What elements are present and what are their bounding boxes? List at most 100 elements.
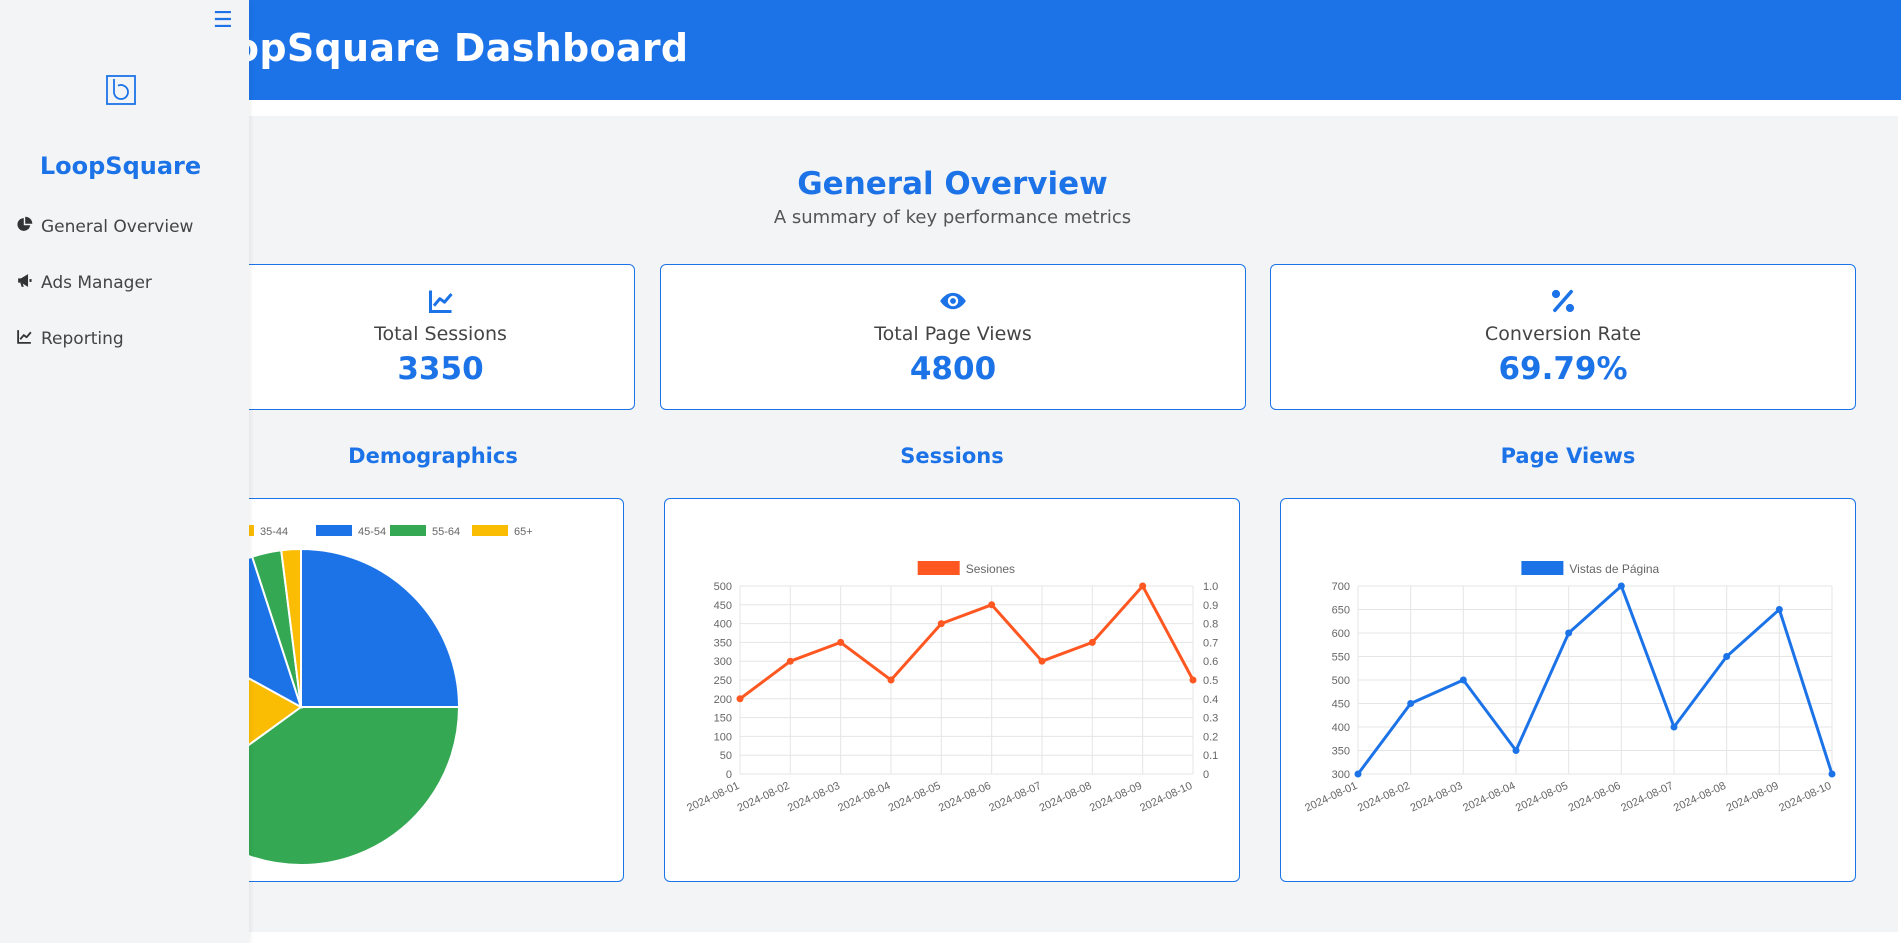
- x-tick-label: 2024-08-05: [1514, 780, 1570, 815]
- metric-value: 4800: [909, 351, 997, 387]
- x-tick-label: 2024-08-09: [1088, 780, 1144, 815]
- pageviews-line-svg: 3003504004505005506006507002024-08-01202…: [1303, 561, 1836, 815]
- legend-swatch: [390, 525, 426, 536]
- legend-label: Sesiones: [966, 562, 1015, 576]
- legend-swatch: [316, 525, 352, 536]
- y-tick-label: 0: [726, 769, 732, 781]
- data-point: [1565, 629, 1573, 637]
- data-point: [1723, 653, 1731, 660]
- sidebar-item-general-overview[interactable]: General Overview: [16, 213, 193, 241]
- data-point: [1775, 606, 1783, 613]
- legend-label: 35-44: [260, 526, 288, 538]
- y-tick-label: 250: [714, 675, 732, 687]
- x-tick-label: 2024-08-03: [786, 780, 842, 815]
- data-point: [1189, 676, 1197, 684]
- loopsquare-logo-icon: [105, 74, 137, 106]
- y-tick-label: 700: [1332, 581, 1350, 593]
- x-tick-label: 2024-08-08: [1038, 780, 1094, 815]
- y2-tick-label: 0.7: [1203, 637, 1218, 649]
- sidebar-item-ads-manager[interactable]: Ads Manager: [16, 269, 152, 297]
- menu-toggle-icon[interactable]: ☰: [213, 8, 233, 34]
- x-tick-label: 2024-08-02: [736, 780, 792, 815]
- legend-label: 55-64: [432, 526, 460, 538]
- pie-chart-icon: [16, 216, 33, 238]
- sidebar-item-reporting[interactable]: Reporting: [16, 325, 124, 353]
- y-tick-label: 650: [1332, 605, 1350, 617]
- data-point: [786, 657, 794, 665]
- pageviews-chart: 300 350 400 450 500 550 600 650 700 2024-08-01 202…: [1280, 498, 1856, 882]
- x-tick-label: 2024-08-02: [1356, 780, 1412, 815]
- brand-name: LoopSquare: [39, 152, 202, 180]
- y-tick-label: 550: [1332, 652, 1350, 664]
- overview-subtitle: A summary of key performance metrics: [773, 207, 1132, 228]
- x-tick-label: 2024-08-07: [987, 780, 1043, 815]
- x-tick-label: 2024-08-04: [1461, 780, 1517, 815]
- y2-tick-label: 0.5: [1203, 675, 1218, 687]
- data-point: [1512, 747, 1520, 754]
- sidebar-item-label: General Overview: [41, 217, 194, 237]
- data-point: [1139, 582, 1147, 590]
- metric-card-pageviews: Total Page Views 4800: [660, 264, 1246, 410]
- data-point: [1088, 638, 1096, 646]
- x-tick-label: 2024-08-09: [1725, 780, 1781, 815]
- y-tick-label: 450: [1332, 699, 1350, 711]
- top-header: LoopSquare Dashboard: [0, 0, 1901, 100]
- x-tick-label: 2024-08-08: [1672, 780, 1728, 815]
- data-point: [937, 620, 945, 628]
- y-tick-label: 350: [1332, 746, 1350, 758]
- x-tick-label: 2024-08-01: [1303, 780, 1359, 815]
- x-tick-label: 2024-08-10: [1138, 780, 1194, 815]
- x-tick-label: 2024-08-05: [887, 780, 943, 815]
- x-tick-label: 2024-08-03: [1409, 780, 1465, 815]
- overview-title: General Overview: [797, 166, 1108, 202]
- data-point: [1670, 723, 1678, 731]
- sessions-chart-title: Sessions: [900, 444, 1004, 468]
- y2-tick-label: 0.8: [1203, 619, 1218, 631]
- data-point: [837, 638, 845, 646]
- x-tick-label: 2024-08-06: [937, 780, 993, 815]
- y-tick-label: 450: [714, 600, 732, 612]
- y2-tick-label: 0.6: [1203, 656, 1218, 668]
- y-tick-label: 150: [714, 713, 732, 725]
- y2-tick-label: 1.0: [1203, 581, 1218, 593]
- y-tick-label: 600: [1332, 628, 1350, 640]
- legend-swatch: [917, 561, 960, 575]
- x-tick-label: 2024-08-01: [685, 780, 741, 815]
- data-point: [1038, 657, 1046, 665]
- data-point: [1354, 770, 1362, 778]
- y-tick-label: 400: [714, 619, 732, 631]
- sidebar: ☰ LoopSquare General Overview Ads Manage…: [0, 0, 249, 943]
- data-point: [887, 676, 895, 684]
- data-point: [736, 695, 744, 703]
- y-tick-label: 400: [1332, 722, 1350, 734]
- data-point: [1407, 700, 1415, 707]
- y2-tick-label: 0: [1203, 769, 1209, 781]
- y-tick-label: 200: [714, 694, 732, 706]
- x-tick-label: 2024-08-07: [1619, 780, 1675, 815]
- legend-swatch: [472, 525, 508, 536]
- data-point: [1459, 676, 1467, 684]
- legend-label: Vistas de Página: [1569, 562, 1659, 576]
- page-title: LoopSquare Dashboard: [182, 26, 689, 70]
- legend-label: 65+: [514, 526, 533, 538]
- metric-value: 69.79%: [1498, 351, 1628, 387]
- eye-icon: [661, 287, 1245, 319]
- y2-tick-label: 0.2: [1203, 731, 1218, 743]
- y-tick-label: 350: [714, 637, 732, 649]
- data-point: [1828, 770, 1836, 778]
- metric-label: Conversion Rate: [1484, 323, 1642, 345]
- y-tick-label: 50: [720, 750, 732, 762]
- y-tick-label: 500: [1332, 675, 1350, 687]
- y-tick-label: 300: [714, 656, 732, 668]
- x-tick-label: 2024-08-04: [836, 780, 892, 815]
- pie-slice: [300, 547, 461, 708]
- y-tick-label: 300: [1332, 769, 1350, 781]
- line-chart-icon: [16, 328, 33, 350]
- percent-icon: [1271, 287, 1855, 319]
- sessions-line-svg: 0 50 100 150 200 250 300 350 400 450 500 0 0.1 0.2 0.3…: [685, 561, 1218, 815]
- legend-label: 45-54: [358, 526, 386, 538]
- y2-tick-label: 0.3: [1203, 713, 1218, 725]
- legend-swatch: [1521, 561, 1564, 575]
- pageviews-chart-title: Page Views: [1500, 444, 1636, 468]
- y-tick-label: 100: [714, 731, 732, 743]
